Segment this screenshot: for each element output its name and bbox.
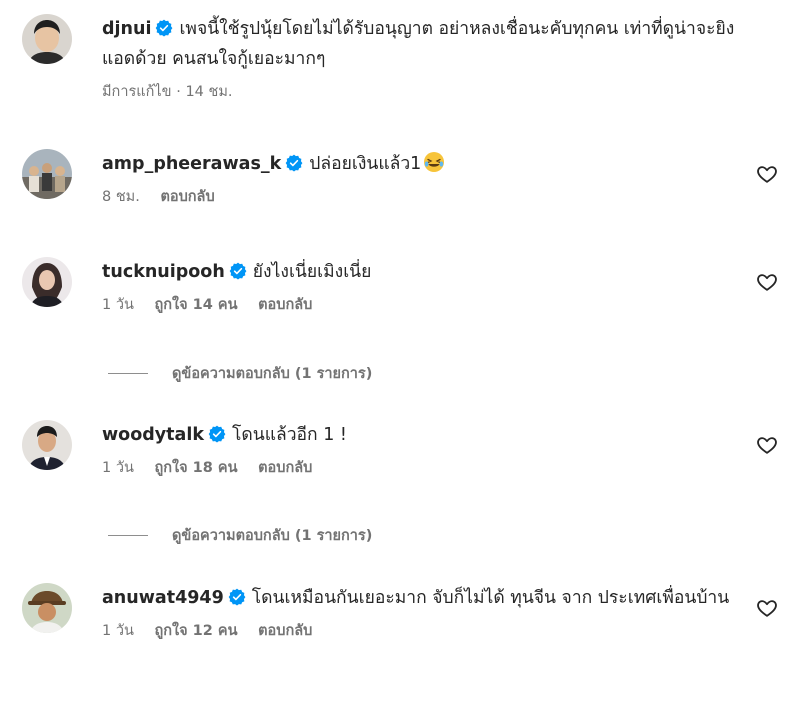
view-replies-label: ดูข้อความตอบกลับ (1 รายการ) [172,366,373,382]
replies-divider [108,535,148,536]
comment-username[interactable]: amp_pheerawas_k [102,154,281,174]
avatar[interactable] [22,583,72,633]
heart-outline-icon[interactable] [756,434,778,456]
comment-username[interactable]: djnui [102,19,151,39]
comment-text-line: djnui เพจนี้ใช้รูปนุ้ยโดยไม่ได้รับอนุญาต … [102,14,740,74]
laughing-emoji-icon [423,151,445,173]
likes-count[interactable]: ถูกใจ 12 คน [155,623,238,639]
verified-badge-icon [155,19,173,37]
avatar[interactable] [22,149,72,199]
comment-meta: มีการแก้ไข · 14 ชม. [102,82,740,102]
verified-badge-icon [208,425,226,443]
reply-button[interactable]: ตอบกลับ [160,189,214,205]
comment-meta: 1 วัน ถูกใจ 14 คน ตอบกลับ [102,295,740,315]
comment-time: 1 วัน [102,623,134,639]
reply-button[interactable]: ตอบกลับ [258,623,312,639]
verified-badge-icon [285,154,303,172]
reply-button[interactable]: ตอบกลับ [258,297,312,313]
edited-label: มีการแก้ไข · 14 ชม. [102,84,233,100]
comment-text: ยังไงเนี่ยเมิงเนี่ย [252,262,372,282]
avatar[interactable] [22,257,72,307]
comment-meta: 8 ชม. ตอบกลับ [102,187,740,207]
comment-text-line: amp_pheerawas_k ปล่อยเงินแล้ว1 [102,149,740,179]
avatar[interactable] [22,420,72,470]
view-replies-label: ดูข้อความตอบกลับ (1 รายการ) [172,528,373,544]
avatar[interactable] [22,14,72,64]
comment-text: โดนแล้วอีก 1 ! [231,425,347,445]
view-replies-button[interactable]: ดูข้อความตอบกลับ (1 รายการ) [108,362,372,385]
comment-username[interactable]: tucknuipooh [102,262,225,282]
comment-time: 1 วัน [102,297,134,313]
comment-time: 1 วัน [102,460,134,476]
comment-text-line: anuwat4949 โดนเหมือนกันเยอะมาก จับก็ไม่ได… [102,583,740,613]
view-replies-button[interactable]: ดูข้อความตอบกลับ (1 รายการ) [108,524,372,547]
comment-text-line: tucknuipooh ยังไงเนี่ยเมิงเนี่ย [102,257,740,287]
replies-divider [108,373,148,374]
comment-text-line: woodytalk โดนแล้วอีก 1 ! [102,420,740,450]
likes-count[interactable]: ถูกใจ 18 คน [155,460,238,476]
comment-text: เพจนี้ใช้รูปนุ้ยโดยไม่ได้รับอนุญาต อย่าห… [102,19,735,69]
verified-badge-icon [228,588,246,606]
reply-button[interactable]: ตอบกลับ [258,460,312,476]
likes-count[interactable]: ถูกใจ 14 คน [155,297,238,313]
heart-outline-icon[interactable] [756,163,778,185]
comment-time: 8 ชม. [102,189,140,205]
comment-text: โดนเหมือนกันเยอะมาก จับก็ไม่ได้ ทุนจีน จ… [251,588,730,608]
comment-meta: 1 วัน ถูกใจ 12 คน ตอบกลับ [102,621,740,641]
comment-username[interactable]: anuwat4949 [102,588,224,608]
comment-text: ปล่อยเงินแล้ว1 [309,154,422,174]
heart-outline-icon[interactable] [756,271,778,293]
comment-username[interactable]: woodytalk [102,425,204,445]
verified-badge-icon [229,262,247,280]
comment-meta: 1 วัน ถูกใจ 18 คน ตอบกลับ [102,458,740,478]
heart-outline-icon[interactable] [756,597,778,619]
